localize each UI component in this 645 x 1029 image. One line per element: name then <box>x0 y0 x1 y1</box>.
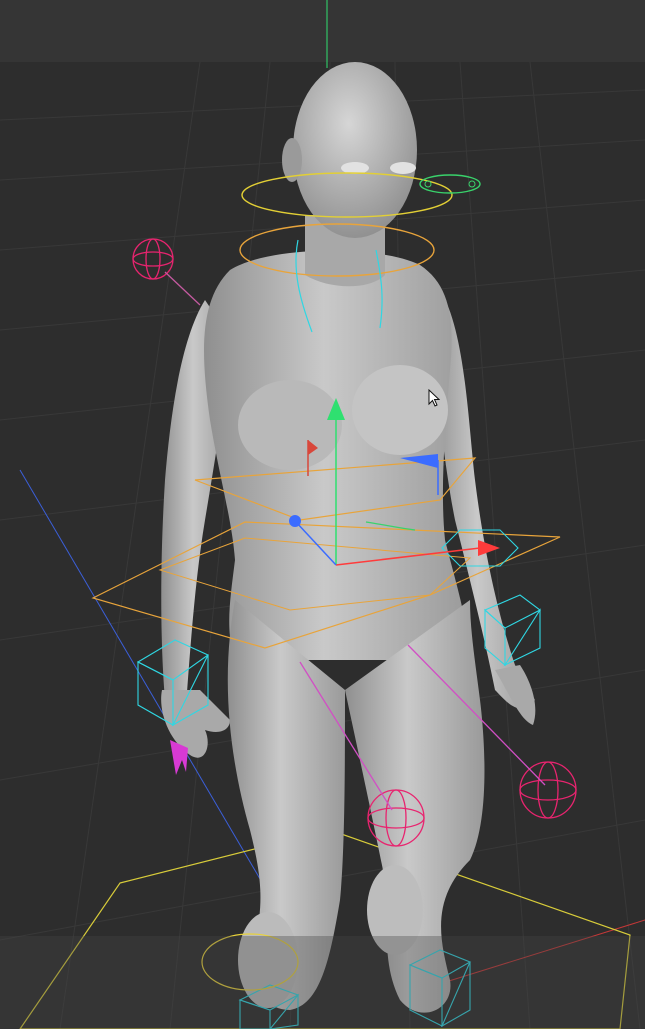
viewport-bottom-band <box>0 936 645 1029</box>
mouse-pointer-icon <box>428 389 440 407</box>
character-model[interactable] <box>161 62 536 1013</box>
viewport-scene[interactable] <box>0 0 645 1029</box>
3d-viewport[interactable] <box>0 0 645 1029</box>
